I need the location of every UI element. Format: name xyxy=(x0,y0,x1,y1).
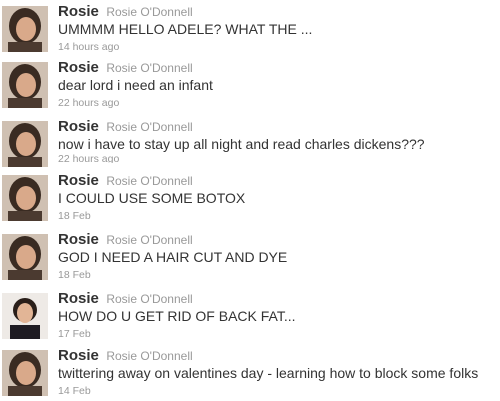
full-name: Rosie O'Donnell xyxy=(106,5,193,19)
tweet-header: Rosie Rosie O'Donnell xyxy=(58,118,193,136)
full-name: Rosie O'Donnell xyxy=(106,292,193,306)
username-link[interactable]: Rosie xyxy=(58,231,99,248)
tweet-timestamp[interactable]: 18 Feb xyxy=(58,210,91,222)
full-name: Rosie O'Donnell xyxy=(106,120,193,134)
username-link[interactable]: Rosie xyxy=(58,3,99,20)
tweet-item: Rosie Rosie O'Donnell UMMMM HELLO ADELE?… xyxy=(0,0,500,56)
tweet-text: GOD I NEED A HAIR CUT AND DYE xyxy=(58,249,288,265)
tweet-text: twittering away on valentines day - lear… xyxy=(58,365,479,381)
username-link[interactable]: Rosie xyxy=(58,59,99,76)
tweet-text: dear lord i need an infant xyxy=(58,77,213,93)
tweet-item: Rosie Rosie O'Donnell GOD I NEED A HAIR … xyxy=(0,228,500,284)
tweet-timestamp[interactable]: 18 Feb xyxy=(58,269,91,281)
tweet-item: Rosie Rosie O'Donnell twittering away on… xyxy=(0,344,500,400)
tweet-header: Rosie Rosie O'Donnell xyxy=(58,172,193,190)
avatar-photo-icon[interactable] xyxy=(2,121,48,167)
tweet-header: Rosie Rosie O'Donnell xyxy=(58,3,193,21)
tweet-text: I COULD USE SOME BOTOX xyxy=(58,190,246,206)
tweet-item: Rosie Rosie O'Donnell I COULD USE SOME B… xyxy=(0,169,500,225)
tweet-header: Rosie Rosie O'Donnell xyxy=(58,290,193,308)
avatar-photo-icon[interactable] xyxy=(2,293,48,339)
tweet-item: Rosie Rosie O'Donnell dear lord i need a… xyxy=(0,56,500,112)
username-link[interactable]: Rosie xyxy=(58,290,99,307)
full-name: Rosie O'Donnell xyxy=(106,233,193,247)
tweet-header: Rosie Rosie O'Donnell xyxy=(58,231,193,249)
full-name: Rosie O'Donnell xyxy=(106,349,193,363)
full-name: Rosie O'Donnell xyxy=(106,174,193,188)
tweet-timestamp[interactable]: 22 hours ago xyxy=(58,153,119,163)
tweet-text: UMMMM HELLO ADELE? WHAT THE ... xyxy=(58,21,313,37)
avatar-photo-icon[interactable] xyxy=(2,350,48,396)
tweet-timestamp[interactable]: 14 Feb xyxy=(58,385,91,397)
avatar-photo-icon[interactable] xyxy=(2,175,48,221)
tweet-timestamp[interactable]: 22 hours ago xyxy=(58,97,119,109)
username-link[interactable]: Rosie xyxy=(58,172,99,189)
avatar-photo-icon[interactable] xyxy=(2,234,48,280)
tweet-item: Rosie Rosie O'Donnell now i have to stay… xyxy=(0,115,500,171)
avatar-photo-icon[interactable] xyxy=(2,6,48,52)
tweet-timestamp[interactable]: 14 hours ago xyxy=(58,41,119,53)
avatar-photo-icon[interactable] xyxy=(2,62,48,108)
tweet-text: now i have to stay up all night and read… xyxy=(58,136,425,152)
username-link[interactable]: Rosie xyxy=(58,118,99,135)
tweet-header: Rosie Rosie O'Donnell xyxy=(58,347,193,365)
tweet-feed: Rosie Rosie O'Donnell UMMMM HELLO ADELE?… xyxy=(0,0,500,401)
tweet-timestamp[interactable]: 17 Feb xyxy=(58,328,91,340)
tweet-item: Rosie Rosie O'Donnell HOW DO U GET RID O… xyxy=(0,287,500,343)
full-name: Rosie O'Donnell xyxy=(106,61,193,75)
tweet-header: Rosie Rosie O'Donnell xyxy=(58,59,193,77)
username-link[interactable]: Rosie xyxy=(58,347,99,364)
tweet-text: HOW DO U GET RID OF BACK FAT... xyxy=(58,308,296,324)
